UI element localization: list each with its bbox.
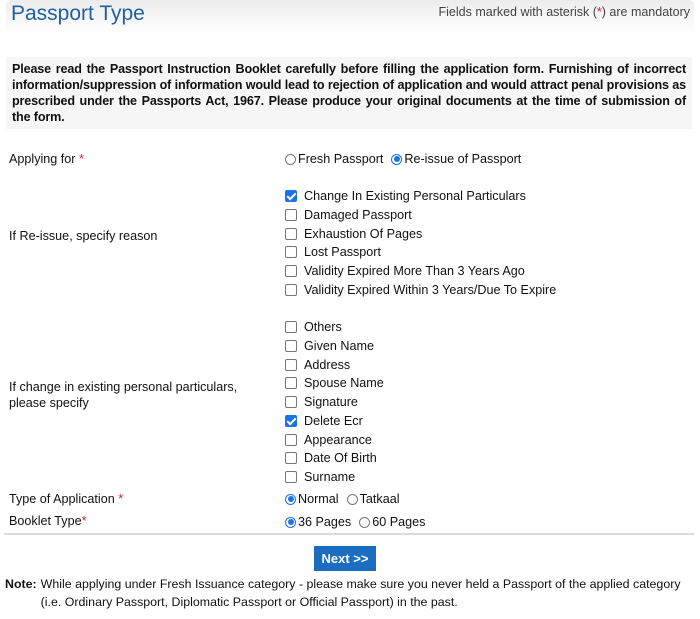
personal-particulars-option-label[interactable]: Appearance bbox=[304, 433, 372, 447]
applying-for-text: Applying for bbox=[9, 152, 76, 166]
36-pages-label[interactable]: 36 Pages bbox=[298, 515, 351, 529]
reissue-reason-option[interactable]: Lost Passport bbox=[285, 243, 381, 261]
60-pages-label[interactable]: 60 Pages bbox=[372, 515, 425, 529]
reissue-reason-option-label[interactable]: Validity Expired Within 3 Years/Due To E… bbox=[304, 283, 556, 297]
reissue-reason-option[interactable]: Validity Expired Within 3 Years/Due To E… bbox=[285, 281, 556, 299]
instruction-box: Please read the Passport Instruction Boo… bbox=[6, 57, 692, 129]
personal-particulars-option-label[interactable]: Others bbox=[304, 320, 342, 334]
section-divider bbox=[4, 533, 694, 535]
reissue-passport-radio[interactable] bbox=[391, 153, 403, 165]
personal-particulars-checkbox[interactable] bbox=[285, 321, 297, 333]
personal-particulars-option-label[interactable]: Date Of Birth bbox=[304, 451, 377, 465]
personal-particulars-option-label[interactable]: Surname bbox=[304, 470, 355, 484]
mandatory-note-prefix: Fields marked with asterisk ( bbox=[438, 5, 597, 19]
booklet-type-options: 36 Pages 60 Pages bbox=[285, 513, 433, 531]
personal-particulars-option-label[interactable]: Signature bbox=[304, 395, 358, 409]
note-label: Note: bbox=[5, 577, 37, 591]
personal-particulars-option[interactable]: Spouse Name bbox=[285, 374, 384, 392]
personal-particulars-option[interactable]: Given Name bbox=[285, 337, 374, 355]
normal-radio[interactable] bbox=[285, 493, 296, 505]
fresh-passport-radio[interactable] bbox=[285, 153, 296, 165]
personal-particulars-option[interactable]: Surname bbox=[285, 468, 355, 486]
reissue-reason-option[interactable]: Change In Existing Personal Particulars bbox=[285, 187, 526, 205]
reissue-passport-label[interactable]: Re-issue of Passport bbox=[404, 152, 521, 166]
personal-particulars-label: If change in existing personal particula… bbox=[9, 379, 237, 411]
personal-particulars-checkbox[interactable] bbox=[285, 471, 297, 483]
36-pages-radio[interactable] bbox=[285, 516, 296, 528]
personal-particulars-checkbox[interactable] bbox=[285, 414, 297, 427]
reissue-reason-option[interactable]: Damaged Passport bbox=[285, 206, 412, 224]
reissue-reason-option[interactable]: Validity Expired More Than 3 Years Ago bbox=[285, 262, 525, 280]
personal-particulars-option-label[interactable]: Spouse Name bbox=[304, 376, 384, 390]
page-title: Passport Type bbox=[11, 2, 145, 25]
personal-particulars-checkbox[interactable] bbox=[285, 339, 297, 352]
section-header: Passport Type Fields marked with asteris… bbox=[6, 0, 694, 60]
application-type-options: Normal Tatkaal bbox=[285, 490, 408, 508]
personal-particulars-option-label[interactable]: Delete Ecr bbox=[304, 414, 363, 428]
application-type-text: Type of Application bbox=[9, 492, 115, 506]
reissue-reason-checkbox[interactable] bbox=[285, 284, 297, 296]
note: Note: While applying under Fresh Issuanc… bbox=[5, 575, 685, 611]
personal-particulars-checkbox[interactable] bbox=[285, 396, 297, 408]
required-asterisk: * bbox=[79, 152, 84, 166]
personal-particulars-option[interactable]: Appearance bbox=[285, 431, 372, 449]
note-text: While applying under Fresh Issuance cate… bbox=[40, 577, 681, 609]
applying-for-label: Applying for * bbox=[9, 151, 84, 167]
reissue-reason-option-label[interactable]: Damaged Passport bbox=[304, 208, 412, 222]
reissue-reason-checkbox[interactable] bbox=[285, 246, 297, 259]
next-button[interactable]: Next >> bbox=[314, 546, 376, 571]
personal-particulars-option[interactable]: Others bbox=[285, 318, 342, 336]
required-asterisk: * bbox=[118, 492, 124, 506]
personal-particulars-label-line1: If change in existing personal particula… bbox=[9, 380, 238, 394]
normal-label[interactable]: Normal bbox=[298, 492, 339, 506]
personal-particulars-option-label[interactable]: Given Name bbox=[304, 339, 374, 353]
personal-particulars-label-line2: please specify bbox=[9, 396, 89, 410]
reissue-reason-option-label[interactable]: Exhaustion Of Pages bbox=[304, 227, 422, 241]
reissue-reason-option-label[interactable]: Change In Existing Personal Particulars bbox=[304, 189, 526, 203]
personal-particulars-option[interactable]: Date Of Birth bbox=[285, 449, 377, 467]
booklet-type-label: Booklet Type* bbox=[9, 513, 87, 529]
fresh-passport-label[interactable]: Fresh Passport bbox=[298, 152, 383, 166]
personal-particulars-checkbox[interactable] bbox=[285, 452, 297, 465]
personal-particulars-checkbox[interactable] bbox=[285, 377, 297, 390]
applying-for-options: Fresh Passport Re-issue of Passport bbox=[285, 150, 529, 168]
reissue-reason-option-label[interactable]: Validity Expired More Than 3 Years Ago bbox=[304, 264, 525, 278]
reissue-reason-label: If Re-issue, specify reason bbox=[9, 229, 158, 243]
mandatory-note-suffix: ) are mandatory bbox=[601, 5, 690, 19]
reissue-reason-checkbox[interactable] bbox=[285, 208, 297, 221]
required-asterisk: * bbox=[81, 514, 87, 528]
reissue-reason-checkbox[interactable] bbox=[285, 227, 297, 240]
reissue-reason-option[interactable]: Exhaustion Of Pages bbox=[285, 225, 422, 243]
reissue-reason-checkbox[interactable] bbox=[285, 190, 297, 202]
60-pages-radio[interactable] bbox=[359, 516, 371, 528]
personal-particulars-checkbox[interactable] bbox=[285, 433, 297, 446]
application-type-label: Type of Application * bbox=[9, 491, 123, 507]
booklet-type-text: Booklet Type bbox=[9, 514, 82, 528]
tatkaal-radio[interactable] bbox=[346, 493, 358, 505]
reissue-reason-option-label[interactable]: Lost Passport bbox=[304, 245, 381, 259]
personal-particulars-option[interactable]: Address bbox=[285, 356, 350, 374]
personal-particulars-option[interactable]: Delete Ecr bbox=[285, 412, 363, 430]
tatkaal-label[interactable]: Tatkaal bbox=[360, 492, 400, 506]
personal-particulars-option-label[interactable]: Address bbox=[304, 358, 350, 372]
reissue-reason-checkbox[interactable] bbox=[285, 265, 297, 278]
mandatory-note: Fields marked with asterisk (*) are mand… bbox=[439, 5, 690, 19]
personal-particulars-checkbox[interactable] bbox=[285, 358, 297, 371]
personal-particulars-option[interactable]: Signature bbox=[285, 393, 358, 411]
